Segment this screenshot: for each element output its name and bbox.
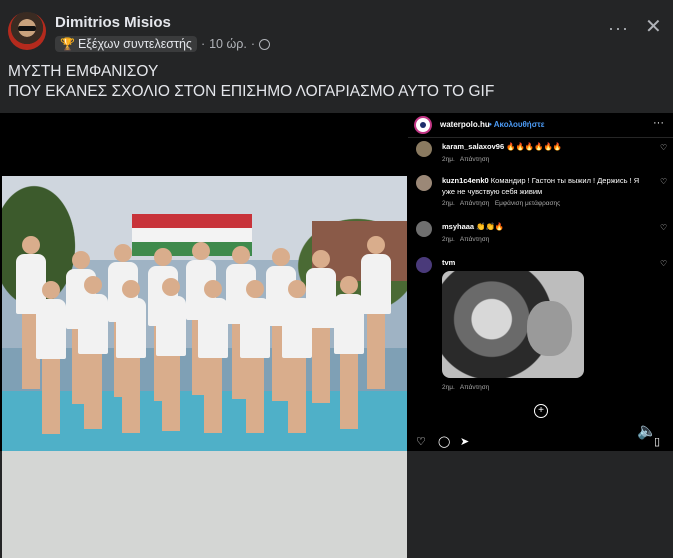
instagram-more-icon[interactable]: ··· xyxy=(653,117,664,129)
team-photo[interactable] xyxy=(2,176,407,558)
contributor-badge[interactable]: 🏆 Εξέχων συντελεστής xyxy=(55,36,197,52)
comment-body: msyhaaa 👏👏🔥 xyxy=(442,221,652,232)
meta-separator-2: · xyxy=(250,37,256,51)
comment-text: 🔥🔥🔥🔥🔥🔥 xyxy=(506,142,563,151)
reply-link[interactable]: Απάντηση xyxy=(460,200,490,207)
comment-icon[interactable]: ◯ xyxy=(438,435,450,448)
comment-user[interactable]: tvm xyxy=(442,258,455,267)
heart-icon[interactable]: ♡ xyxy=(660,223,667,232)
meta-separator: · xyxy=(200,37,206,51)
comment-body: karam_salaxov96 🔥🔥🔥🔥🔥🔥 xyxy=(442,141,652,152)
comment-time: 2ημ. xyxy=(442,384,455,391)
globe-icon xyxy=(259,38,271,50)
reply-link[interactable]: Απάντηση xyxy=(460,156,490,163)
instagram-embed: waterpolo.hu • Ακολουθήστε ··· karam_sal… xyxy=(408,113,673,451)
comment-user[interactable]: kuzn1c4enk0 xyxy=(442,176,489,185)
comment-time: 2ημ. xyxy=(442,236,455,243)
instagram-header: waterpolo.hu • Ακολουθήστε ··· xyxy=(408,113,673,138)
comment-user[interactable]: msyhaaa xyxy=(442,222,474,231)
author-name[interactable]: Dimitrios Misios xyxy=(55,14,171,31)
commenter-avatar[interactable] xyxy=(416,221,432,237)
comment-meta: 2ημ. Απάντηση xyxy=(442,384,489,391)
speaker-icon[interactable]: 🔈 xyxy=(637,421,657,441)
comment-meta: 2ημ. Απάντηση xyxy=(442,156,489,163)
share-icon[interactable]: ➤ xyxy=(460,435,469,448)
post-text: ΜΥΣΤΗ ΕΜΦΑΝΙΣΟΥ ΠΟΥ ΕΚΑΝΕΣ ΣΧΟΛΙΟ ΣΤΟΝ Ε… xyxy=(8,62,494,102)
heart-icon[interactable]: ♡ xyxy=(660,259,667,268)
comment-meta: 2ημ. Απάντηση Εμφάνιση μετάφρασης xyxy=(442,200,560,207)
add-comment-icon[interactable]: + xyxy=(534,404,548,418)
comment-text: 👏👏🔥 xyxy=(476,222,505,231)
account-logo[interactable] xyxy=(414,116,432,134)
comment-gif[interactable] xyxy=(442,271,584,378)
badge-label: Εξέχων συντελεστής xyxy=(77,37,192,51)
post-meta: 🏆 Εξέχων συντελεστής · 10 ώρ. · xyxy=(55,36,271,52)
comment-body: kuzn1c4enk0 Командир ! Гастон ты выжил !… xyxy=(442,175,652,197)
reply-link[interactable]: Απάντηση xyxy=(460,384,490,391)
follow-button[interactable]: • Ακολουθήστε xyxy=(489,120,545,129)
post-header: Dimitrios Misios 🏆 Εξέχων συντελεστής · … xyxy=(0,0,673,62)
comment-user[interactable]: karam_salaxov96 xyxy=(442,142,504,151)
like-icon[interactable]: ♡ xyxy=(416,435,426,448)
team-group xyxy=(16,236,396,486)
comment-meta: 2ημ. Απάντηση xyxy=(442,236,489,243)
commenter-avatar[interactable] xyxy=(416,175,432,191)
post-time[interactable]: 10 ώρ. xyxy=(209,37,247,51)
heart-icon[interactable]: ♡ xyxy=(660,143,667,152)
reply-link[interactable]: Απάντηση xyxy=(460,236,490,243)
comment-time: 2ημ. xyxy=(442,156,455,163)
account-handle[interactable]: waterpolo.hu xyxy=(440,120,490,129)
trophy-icon: 🏆 xyxy=(60,37,75,51)
author-avatar[interactable] xyxy=(8,12,46,50)
post-text-line-2: ΠΟΥ ΕΚΑΝΕΣ ΣΧΟΛΙΟ ΣΤΟΝ ΕΠΙΣΗΜΟ ΛΟΓΑΡΙΑΣΜ… xyxy=(8,83,495,100)
commenter-avatar[interactable] xyxy=(416,141,432,157)
heart-icon[interactable]: ♡ xyxy=(660,177,667,186)
more-options-icon[interactable]: ··· xyxy=(608,18,629,39)
comment-body: tvm xyxy=(442,257,652,268)
close-icon[interactable]: ✕ xyxy=(645,14,662,39)
translate-link[interactable]: Εμφάνιση μετάφρασης xyxy=(495,200,561,207)
commenter-avatar[interactable] xyxy=(416,257,432,273)
comment-time: 2ημ. xyxy=(442,200,455,207)
post-text-line-1: ΜΥΣΤΗ ΕΜΦΑΝΙΣΟΥ xyxy=(8,63,159,80)
instagram-actions: ♡ ◯ ➤ ▯ xyxy=(408,435,673,451)
